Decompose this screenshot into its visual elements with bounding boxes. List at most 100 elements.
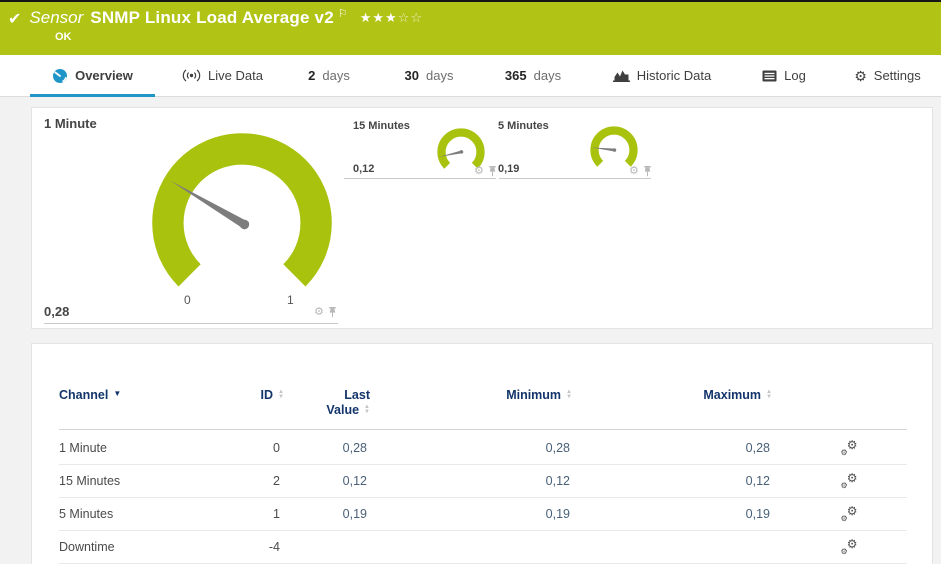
gauge-value: 0,19	[498, 163, 520, 175]
pin-icon[interactable]	[328, 307, 337, 318]
gear-icon: ⚙	[854, 67, 867, 84]
column-label: Value	[326, 403, 360, 417]
sort-icon: ▲ ▼	[766, 389, 772, 400]
maximum-value: 0,19	[745, 507, 770, 521]
tab-number: 30	[404, 68, 419, 83]
gear-icon[interactable]: ⚙	[314, 307, 324, 318]
tab-live-data[interactable]: Live Data	[170, 55, 275, 96]
sensor-status-header: ✔ Sensor SNMP Linux Load Average v2 ⚐ ★★…	[0, 2, 941, 55]
gauge-icon	[52, 68, 68, 84]
divider	[344, 178, 496, 179]
gauge-scale-min: 0	[184, 293, 191, 307]
gears-icon: ⚙ ⚙	[840, 504, 858, 523]
sort-icon: ▲ ▼	[566, 389, 572, 400]
header-divider	[59, 429, 907, 430]
divider	[499, 178, 651, 179]
pin-icon[interactable]	[488, 166, 497, 177]
tab-label: Live Data	[208, 68, 263, 83]
minimum-value: 0,28	[545, 441, 570, 455]
channel-settings-button[interactable]: ⚙ ⚙	[832, 498, 866, 531]
gauge-value: 0,12	[353, 163, 375, 175]
channel-id: 0	[273, 441, 280, 455]
sort-active-icon: ▼	[113, 389, 122, 398]
sensor-title: SNMP Linux Load Average v2	[90, 8, 334, 27]
column-header-minimum[interactable]: Minimum ▲ ▼	[432, 388, 572, 402]
status-badge: OK	[55, 31, 72, 43]
channel-name[interactable]: 1 Minute	[59, 432, 189, 465]
flag-icon[interactable]: ⚐	[338, 7, 348, 20]
divider	[44, 323, 338, 324]
tab-2-days[interactable]: 2 days	[300, 55, 358, 96]
tab-number: 365	[504, 68, 527, 83]
column-header-last-value[interactable]: Last Value ▲ ▼	[222, 388, 370, 418]
tab-label: days	[426, 68, 454, 83]
priority-stars[interactable]: ★★★☆☆	[360, 10, 423, 26]
minimum-value: 0,19	[545, 507, 570, 521]
histogram-icon	[612, 69, 630, 82]
stars-empty: ☆☆	[397, 10, 424, 25]
gauge-chart	[152, 133, 332, 287]
gears-icon: ⚙ ⚙	[840, 537, 858, 556]
channel-settings-button[interactable]: ⚙ ⚙	[832, 432, 866, 465]
log-list-icon	[762, 70, 777, 82]
tab-label: Log	[784, 68, 806, 83]
gauge-title: 1 Minute	[44, 116, 97, 131]
gauge-title: 5 Minutes	[498, 120, 549, 132]
column-label: Last	[344, 388, 370, 402]
maximum-value: 0,28	[745, 441, 770, 455]
gauge-title: 15 Minutes	[353, 120, 410, 132]
last-value: 0,28	[342, 441, 367, 455]
tab-30-days[interactable]: 30 days	[398, 55, 460, 96]
tab-overview[interactable]: Overview	[30, 55, 155, 97]
table-row: 5 Minutes 1 0,19 0,19 0,19 ⚙ ⚙	[32, 498, 934, 531]
gears-icon: ⚙ ⚙	[840, 438, 858, 457]
table-row: Downtime -4 ⚙ ⚙	[32, 531, 934, 564]
sensor-title-line: ✔ Sensor SNMP Linux Load Average v2 ⚐ ★★…	[8, 8, 423, 28]
gauges-panel: 1 Minute 0 1 0,28 ⚙ 15 Minutes 0,12 ⚙ 5 …	[31, 107, 933, 329]
status-ok-check-icon: ✔	[8, 11, 22, 28]
channel-id: 2	[273, 474, 280, 488]
column-label: Minimum	[506, 388, 562, 402]
gauge-footer-icons: ⚙	[474, 166, 497, 177]
tab-historic-data[interactable]: Historic Data	[608, 55, 716, 96]
channel-name[interactable]: 15 Minutes	[59, 465, 189, 498]
maximum-value: 0,12	[745, 474, 770, 488]
channel-settings-button[interactable]: ⚙ ⚙	[832, 465, 866, 498]
gauge-value: 0,28	[44, 304, 70, 319]
tab-label: Settings	[873, 68, 921, 83]
minimum-value: 0,12	[545, 474, 570, 488]
object-kind-label: Sensor	[29, 8, 84, 27]
broadcast-icon	[182, 69, 201, 82]
gear-icon[interactable]: ⚙	[474, 166, 484, 177]
tab-bar: Overview Live Data 2 days 30 days 365 da…	[0, 55, 941, 97]
tab-log[interactable]: Log	[752, 55, 816, 96]
gauge-footer-icons: ⚙	[629, 166, 652, 177]
tab-label: Historic Data	[636, 68, 712, 83]
gear-icon[interactable]: ⚙	[629, 166, 639, 177]
gauge-scale-max: 1	[287, 293, 294, 307]
pin-icon[interactable]	[643, 166, 652, 177]
tab-label: days	[322, 68, 350, 83]
channel-settings-button[interactable]: ⚙ ⚙	[832, 531, 866, 564]
column-label: Channel	[59, 388, 109, 402]
table-row: 1 Minute 0 0,28 0,28 0,28 ⚙ ⚙	[32, 432, 934, 465]
stars-filled: ★★★	[359, 10, 398, 25]
tab-settings[interactable]: ⚙ Settings	[845, 55, 930, 96]
prtg-sensor-page: ✔ Sensor SNMP Linux Load Average v2 ⚐ ★★…	[0, 0, 941, 564]
gears-icon: ⚙ ⚙	[840, 471, 858, 490]
tab-label: days	[533, 68, 562, 83]
channel-name[interactable]: 5 Minutes	[59, 498, 189, 531]
gauge-footer-icons: ⚙	[314, 307, 337, 318]
last-value: 0,19	[342, 507, 367, 521]
column-header-maximum[interactable]: Maximum ▲ ▼	[632, 388, 772, 402]
tab-365-days[interactable]: 365 days	[498, 55, 568, 96]
column-label: Maximum	[703, 388, 762, 402]
table-row: 15 Minutes 2 0,12 0,12 0,12 ⚙ ⚙	[32, 465, 934, 498]
tab-label: Overview	[75, 68, 133, 83]
last-value: 0,12	[342, 474, 367, 488]
sort-icon: ▲ ▼	[364, 404, 370, 415]
channel-name[interactable]: Downtime	[59, 531, 189, 564]
tab-number: 2	[308, 68, 316, 83]
channels-table-panel: Channel ▼ ID ▲ ▼ Last Value ▲ ▼ Minimum ▲ ▼…	[31, 343, 933, 564]
channel-id: 1	[273, 507, 280, 521]
